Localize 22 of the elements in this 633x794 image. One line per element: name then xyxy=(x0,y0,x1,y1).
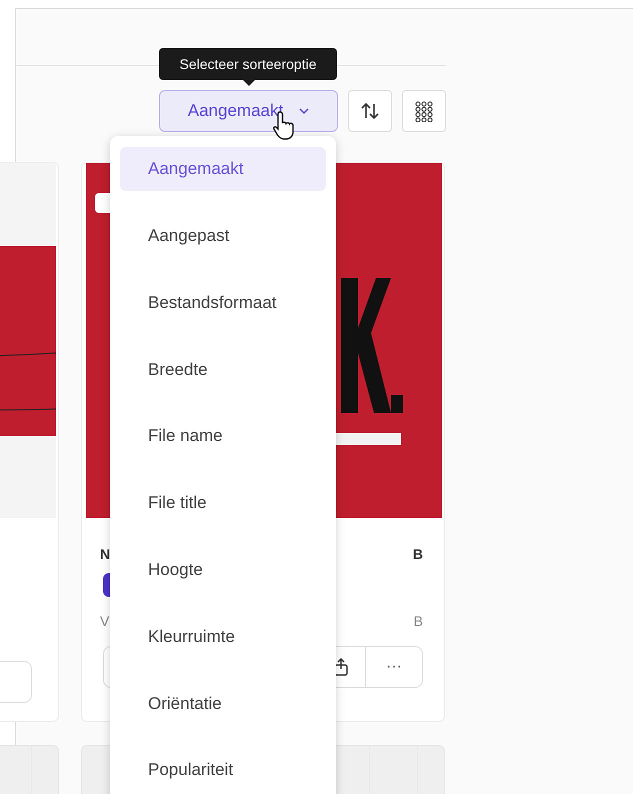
caret-icon xyxy=(299,108,310,114)
menu-item[interactable]: Kleurruimte xyxy=(120,614,326,659)
menu-item[interactable]: Aangepast xyxy=(120,214,326,258)
menu-item[interactable]: Aangemaakt xyxy=(120,147,326,191)
menu-item[interactable]: Breedte xyxy=(120,347,326,392)
menu-item[interactable]: Hoogte xyxy=(120,548,326,592)
tooltip-arrow xyxy=(243,80,255,86)
sort-dropdown-button[interactable]: Aangemaakt xyxy=(159,90,338,132)
asset-title: B xyxy=(412,545,423,564)
grid-view-button[interactable] xyxy=(402,90,446,132)
menu-item[interactable]: File title xyxy=(120,480,326,525)
sort-direction-button[interactable] xyxy=(348,90,392,132)
grid-icon xyxy=(415,100,433,122)
menu-item[interactable]: Bestandsformaat xyxy=(120,280,326,325)
menu-item[interactable]: Populariteit xyxy=(120,748,326,792)
asset-meta: B xyxy=(414,612,423,631)
menu-item[interactable]: File name xyxy=(120,414,326,458)
asset-title: N xyxy=(100,545,110,564)
sort-arrows-icon xyxy=(361,102,379,120)
menu-item[interactable]: Oriëntatie xyxy=(120,681,326,726)
share-icon xyxy=(333,658,349,676)
asset-meta: V xyxy=(100,612,110,631)
